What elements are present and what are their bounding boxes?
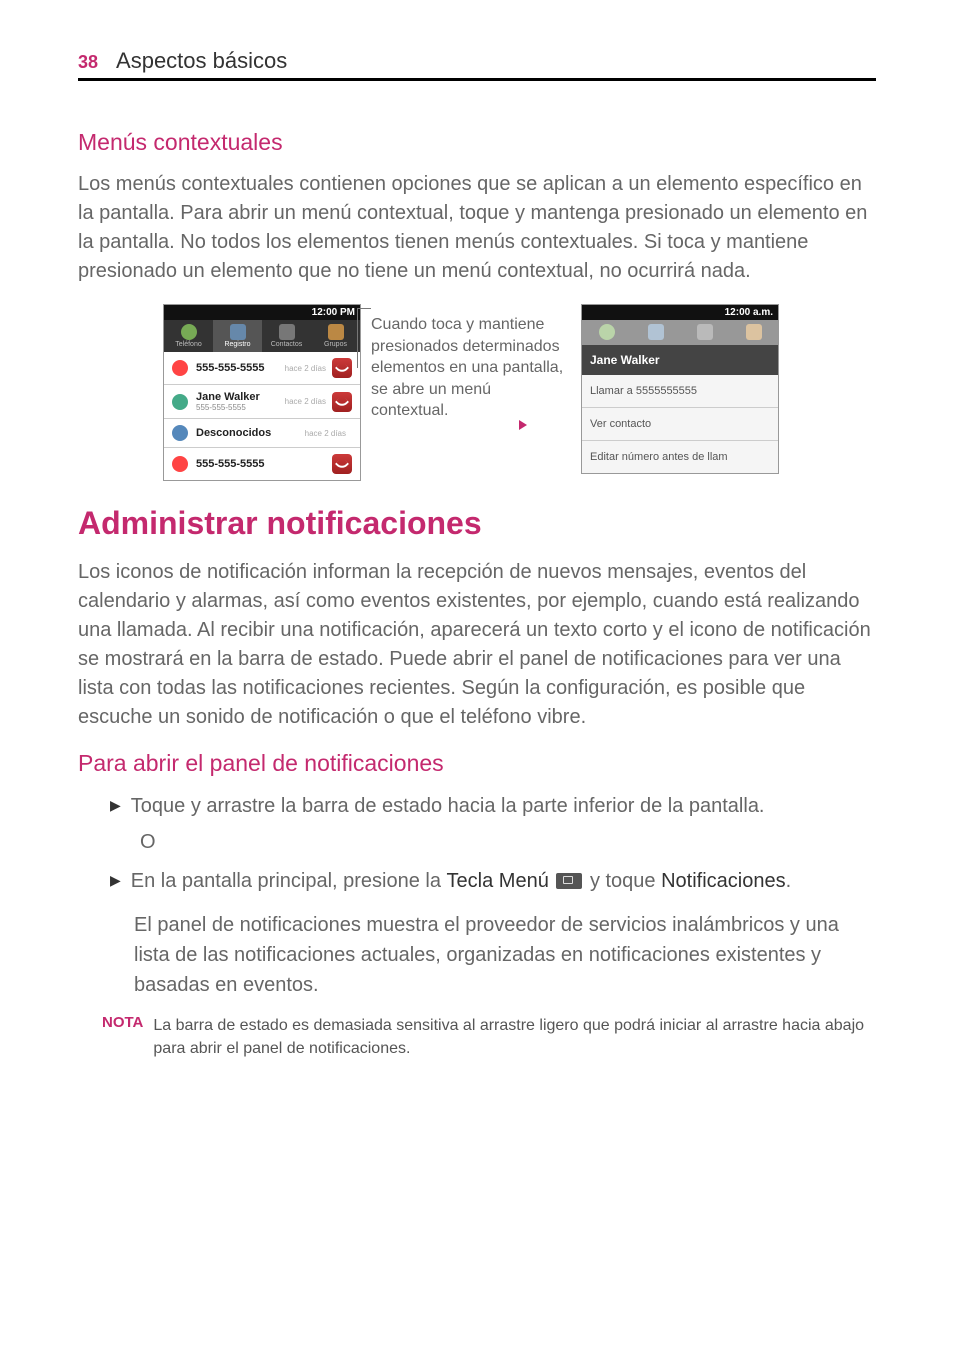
tab-label: Registro [224, 341, 250, 348]
page-number: 38 [78, 52, 98, 73]
tab-contactos: Contactos [262, 320, 311, 352]
list-item: ▶ Toque y arrastre la barra de estado ha… [110, 791, 876, 821]
outgoing-call-icon [172, 394, 188, 410]
page: 38 Aspectos básicos Menús contextuales L… [0, 0, 954, 1108]
row-meta: hace 2 días [285, 364, 326, 373]
status-bar-left: 12:00 PM [164, 305, 360, 320]
text-segment: y toque [584, 870, 661, 892]
tab-label: Teléfono [175, 341, 201, 348]
tab-bar: Teléfono Registro Contactos Grupos [164, 320, 360, 352]
row-title: 555-555-5555 [196, 458, 332, 470]
missed-call-icon [172, 456, 188, 472]
row-main: Desconocidos [196, 427, 305, 439]
tab-label: Grupos [324, 341, 347, 348]
tab-label: Contactos [271, 341, 303, 348]
caption-leader-line [357, 308, 371, 368]
subsection-open-panel: Para abrir el panel de notificaciones [78, 750, 876, 777]
call-icon [332, 358, 352, 378]
tab-grupos: Grupos [311, 320, 360, 352]
row-sub: 555-555-5555 [196, 403, 285, 412]
context-menu-item: Editar número antes de llam [582, 441, 778, 473]
bullet-icon: ▶ [110, 872, 121, 889]
tab-bar-dim [582, 320, 778, 345]
call-icon [332, 392, 352, 412]
context-menu-header: Jane Walker [582, 345, 778, 375]
tab-registro: Registro [213, 320, 262, 352]
row-title: 555-555-5555 [196, 362, 285, 374]
row-main: Jane Walker 555-555-5555 [196, 391, 285, 412]
note-label: NOTA [102, 1014, 143, 1031]
call-row: 555-555-5555 hace 2 días [164, 352, 360, 385]
incoming-call-icon [172, 425, 188, 441]
row-title: Desconocidos [196, 427, 305, 439]
row-main: 555-555-5555 [196, 458, 332, 470]
section-title-admin: Administrar notificaciones [78, 505, 876, 542]
or-separator: O [140, 831, 876, 854]
tab-telefono: Teléfono [164, 320, 213, 352]
instruction-list: ▶ Toque y arrastre la barra de estado ha… [110, 791, 876, 1000]
caption-text: Cuando toca y mantiene presionados deter… [371, 316, 563, 419]
context-menu-item: Ver contacto [582, 408, 778, 441]
section-heading-contextual: Menús contextuales [78, 129, 876, 156]
bullet-text: Toque y arrastre la barra de estado haci… [131, 791, 765, 821]
panel-description: El panel de notificaciones muestra el pr… [134, 910, 876, 1000]
admin-body: Los iconos de notificación informan la r… [78, 558, 876, 732]
list-item: ▶ En la pantalla principal, presione la … [110, 866, 876, 896]
figure-row: 12:00 PM Teléfono Registro Contactos Gru… [78, 304, 876, 481]
text-segment: . [786, 870, 792, 892]
row-meta: hace 2 días [305, 429, 346, 438]
row-main: 555-555-5555 [196, 362, 285, 374]
screenshot-context-menu: 12:00 a.m. Jane Walker Llamar a 55555555… [581, 304, 779, 474]
tecla-menu-label: Tecla Menú [447, 870, 549, 892]
call-icon [332, 454, 352, 474]
missed-call-icon [172, 360, 188, 376]
menu-item-label: Ver contacto [590, 418, 651, 430]
page-header: 38 Aspectos básicos [78, 48, 876, 81]
note-text: La barra de estado es demasiada sensitiv… [153, 1014, 876, 1060]
call-row: Jane Walker 555-555-5555 hace 2 días [164, 385, 360, 419]
screenshot-call-log: 12:00 PM Teléfono Registro Contactos Gru… [163, 304, 361, 481]
menu-key-icon [556, 873, 582, 889]
status-bar-right: 12:00 a.m. [582, 305, 778, 320]
row-title: Jane Walker [196, 391, 285, 403]
bullet-icon: ▶ [110, 797, 121, 814]
call-row: 555-555-5555 [164, 448, 360, 480]
bullet-text: En la pantalla principal, presione la Te… [131, 866, 791, 896]
text-segment: En la pantalla principal, presione la [131, 870, 447, 892]
chapter-title: Aspectos básicos [116, 48, 287, 74]
contextual-body: Los menús contextuales contienen opcione… [78, 170, 876, 286]
row-meta: hace 2 días [285, 397, 326, 406]
figure-caption: Cuando toca y mantiene presionados deter… [371, 304, 571, 422]
note-block: NOTA La barra de estado es demasiada sen… [102, 1014, 876, 1060]
notificaciones-label: Notificaciones [661, 870, 786, 892]
call-row: Desconocidos hace 2 días [164, 419, 360, 448]
context-menu-item: Llamar a 5555555555 [582, 375, 778, 408]
